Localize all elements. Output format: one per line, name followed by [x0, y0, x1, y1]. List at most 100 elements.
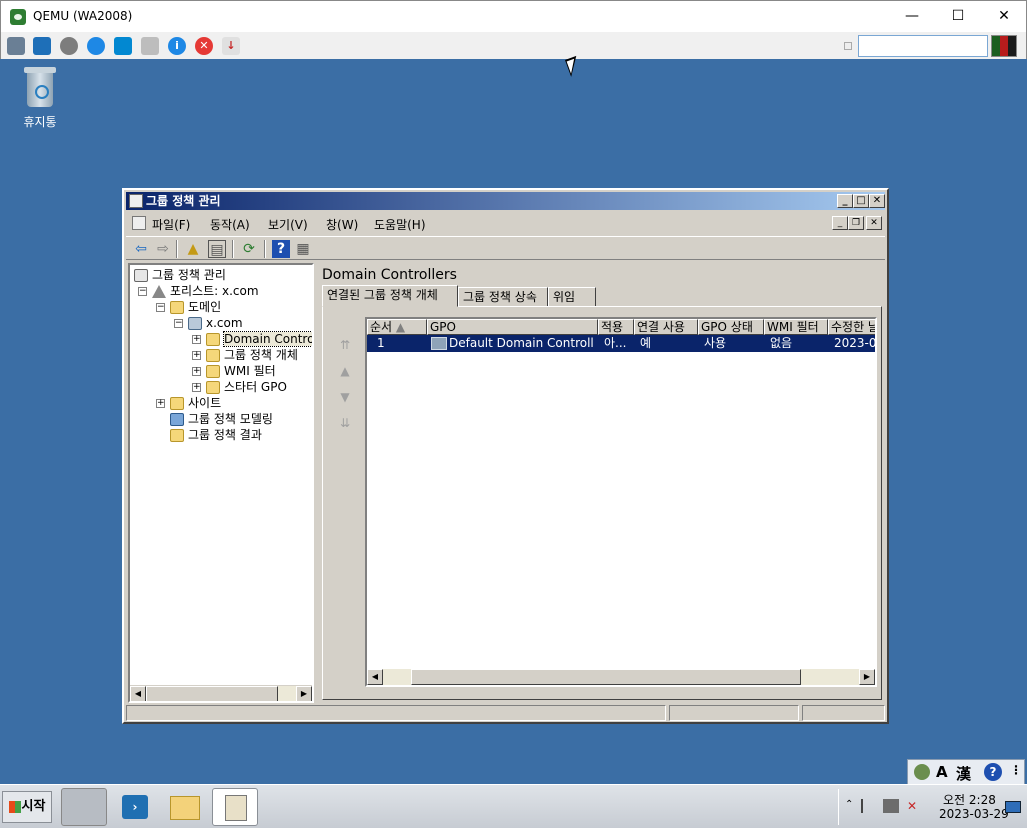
clock-time[interactable]: 오전 2:28: [943, 791, 996, 808]
network-icon[interactable]: [7, 37, 25, 55]
explorer-icon[interactable]: [162, 788, 208, 826]
expand-icon[interactable]: +: [192, 335, 201, 344]
move-top-icon[interactable]: ⇈: [337, 337, 353, 353]
scroll-thumb[interactable]: [411, 669, 801, 685]
column-enforced[interactable]: 적용: [598, 319, 634, 335]
up-folder-icon[interactable]: ▲: [184, 240, 202, 258]
collapse-icon[interactable]: −: [174, 319, 183, 328]
tree-node-sites[interactable]: + 사이트: [156, 395, 221, 411]
gpmc-close-button[interactable]: ✕: [869, 194, 885, 208]
child-minimize-button[interactable]: _: [832, 216, 848, 230]
menu-view[interactable]: 보기(V): [268, 216, 308, 233]
column-link-enabled[interactable]: 연결 사용: [634, 319, 698, 335]
column-gpo[interactable]: GPO: [427, 319, 598, 335]
expand-icon[interactable]: +: [156, 399, 165, 408]
scroll-left-icon[interactable]: ◀: [367, 669, 383, 685]
column-order[interactable]: 순서 ▲: [367, 319, 427, 335]
settings-gear-icon[interactable]: [60, 37, 78, 55]
menu-help[interactable]: 도움말(H): [374, 216, 426, 233]
clock-date[interactable]: 2023-03-29: [939, 807, 1009, 821]
tree-node-modeling[interactable]: 그룹 정책 모델링: [170, 411, 273, 427]
show-hide-tree-icon[interactable]: ▤: [208, 240, 226, 258]
tree-node-starter-gpos[interactable]: + 스타터 GPO: [192, 379, 287, 395]
menu-file[interactable]: 파일(F): [152, 216, 190, 233]
scroll-right-icon[interactable]: ▶: [859, 669, 875, 685]
ime-help-icon[interactable]: ?: [984, 763, 1002, 781]
server-manager-icon[interactable]: [61, 788, 107, 826]
tree-horizontal-scrollbar[interactable]: ◀ ▶: [130, 685, 312, 701]
gpmc-toolbar: ⇦ ⇨ ▲ ▤ ⟳ ? ▦: [126, 236, 885, 260]
tree-node-gpo-objects[interactable]: + 그룹 정책 개체: [192, 347, 298, 363]
show-hidden-icons-icon[interactable]: ⌃: [845, 799, 853, 810]
recycle-bin[interactable]: 휴지통: [14, 65, 66, 130]
expand-icon[interactable]: +: [192, 351, 201, 360]
list-horizontal-scrollbar[interactable]: ◀ ▶: [367, 669, 875, 685]
stop-icon[interactable]: ✕: [195, 37, 213, 55]
start-button[interactable]: 시작: [2, 791, 52, 823]
move-down-icon[interactable]: ▼: [337, 389, 353, 405]
langbar-options-icon[interactable]: ⋮: [1010, 763, 1022, 777]
tab-linked-gpos[interactable]: 연결된 그룹 정책 개체: [322, 285, 458, 307]
scroll-right-icon[interactable]: ▶: [296, 686, 312, 701]
tree-node-domain[interactable]: − x.com: [174, 315, 243, 331]
cell-wmi-filter: 없음: [770, 336, 793, 350]
gpmc-minimize-button[interactable]: _: [837, 194, 853, 208]
tree-node-results[interactable]: 그룹 정책 결과: [170, 427, 262, 443]
child-restore-button[interactable]: ❐: [848, 216, 864, 230]
keyboard-icon[interactable]: [141, 37, 159, 55]
minimize-button[interactable]: —: [889, 1, 935, 32]
scroll-left-icon[interactable]: ◀: [130, 686, 146, 701]
domain-icon: [188, 317, 202, 330]
column-modified[interactable]: 수정한 날: [828, 319, 875, 335]
volume-muted-icon[interactable]: ✕: [907, 799, 917, 813]
column-gpo-status[interactable]: GPO 상태: [698, 319, 764, 335]
fullscreen-icon[interactable]: [33, 37, 51, 55]
tree-node-wmi-filters[interactable]: + WMI 필터: [192, 363, 276, 379]
tab-delegation[interactable]: 위임: [548, 287, 596, 307]
host-search-input[interactable]: [858, 35, 988, 57]
show-desktop-icon[interactable]: [1005, 801, 1021, 813]
move-bottom-icon[interactable]: ⇊: [337, 415, 353, 431]
menu-bar: 파일(F) 동작(A) 보기(V) 창(W) 도움말(H) _ ❐ ✕: [126, 212, 885, 234]
download-icon[interactable]: ↓: [222, 37, 240, 55]
tab-content: ⇈ ▲ ▼ ⇊ 순서 ▲ GPO 적용 연결 사용 GPO 상태 WMI 필터 …: [322, 306, 882, 700]
status-segment: [669, 705, 799, 721]
move-up-icon[interactable]: ▲: [337, 363, 353, 379]
action-center-flag-icon[interactable]: [861, 799, 875, 813]
help-icon[interactable]: ?: [272, 240, 290, 258]
search-toggle-icon[interactable]: [844, 42, 852, 50]
expand-icon[interactable]: +: [192, 367, 201, 376]
tab-inheritance[interactable]: 그룹 정책 상속: [458, 287, 548, 307]
tree-node-domain-controllers[interactable]: + Domain Contro: [192, 331, 312, 347]
refresh-icon[interactable]: [87, 37, 105, 55]
column-wmi-filter[interactable]: WMI 필터: [764, 319, 828, 335]
scroll-thumb[interactable]: [146, 686, 278, 701]
back-arrow-icon[interactable]: ⇦: [132, 240, 150, 258]
child-close-button[interactable]: ✕: [866, 216, 882, 230]
tree-node-root[interactable]: 그룹 정책 관리: [134, 267, 226, 283]
gpo-link-icon: [431, 337, 447, 350]
collapse-icon[interactable]: −: [138, 287, 147, 296]
gpmc-taskbar-button[interactable]: [212, 788, 258, 826]
refresh-icon[interactable]: ⟳: [240, 240, 258, 258]
expand-icon[interactable]: +: [192, 383, 201, 392]
action-pane-icon[interactable]: ▦: [294, 240, 312, 258]
info-icon[interactable]: i: [168, 37, 186, 55]
gpmc-maximize-button[interactable]: □: [853, 194, 869, 208]
powershell-icon[interactable]: ›: [112, 788, 158, 826]
ime-alpha-toggle[interactable]: A: [936, 763, 948, 781]
windows-key-icon[interactable]: [114, 37, 132, 55]
close-button[interactable]: ✕: [981, 1, 1027, 32]
tree-node-forest[interactable]: − 포리스트: x.com: [138, 283, 259, 299]
forward-arrow-icon[interactable]: ⇨: [154, 240, 172, 258]
color-picker-icon[interactable]: [991, 35, 1017, 57]
menu-window[interactable]: 창(W): [326, 216, 358, 233]
tree-node-domains[interactable]: − 도메인: [156, 299, 221, 315]
maximize-button[interactable]: ☐: [935, 1, 981, 32]
network-tray-icon[interactable]: [883, 799, 899, 813]
document-menu-icon[interactable]: [132, 216, 146, 230]
ime-hanja-toggle[interactable]: 漢: [956, 763, 971, 784]
menu-action[interactable]: 동작(A): [210, 216, 250, 233]
ime-mode-icon[interactable]: [914, 764, 930, 780]
collapse-icon[interactable]: −: [156, 303, 165, 312]
